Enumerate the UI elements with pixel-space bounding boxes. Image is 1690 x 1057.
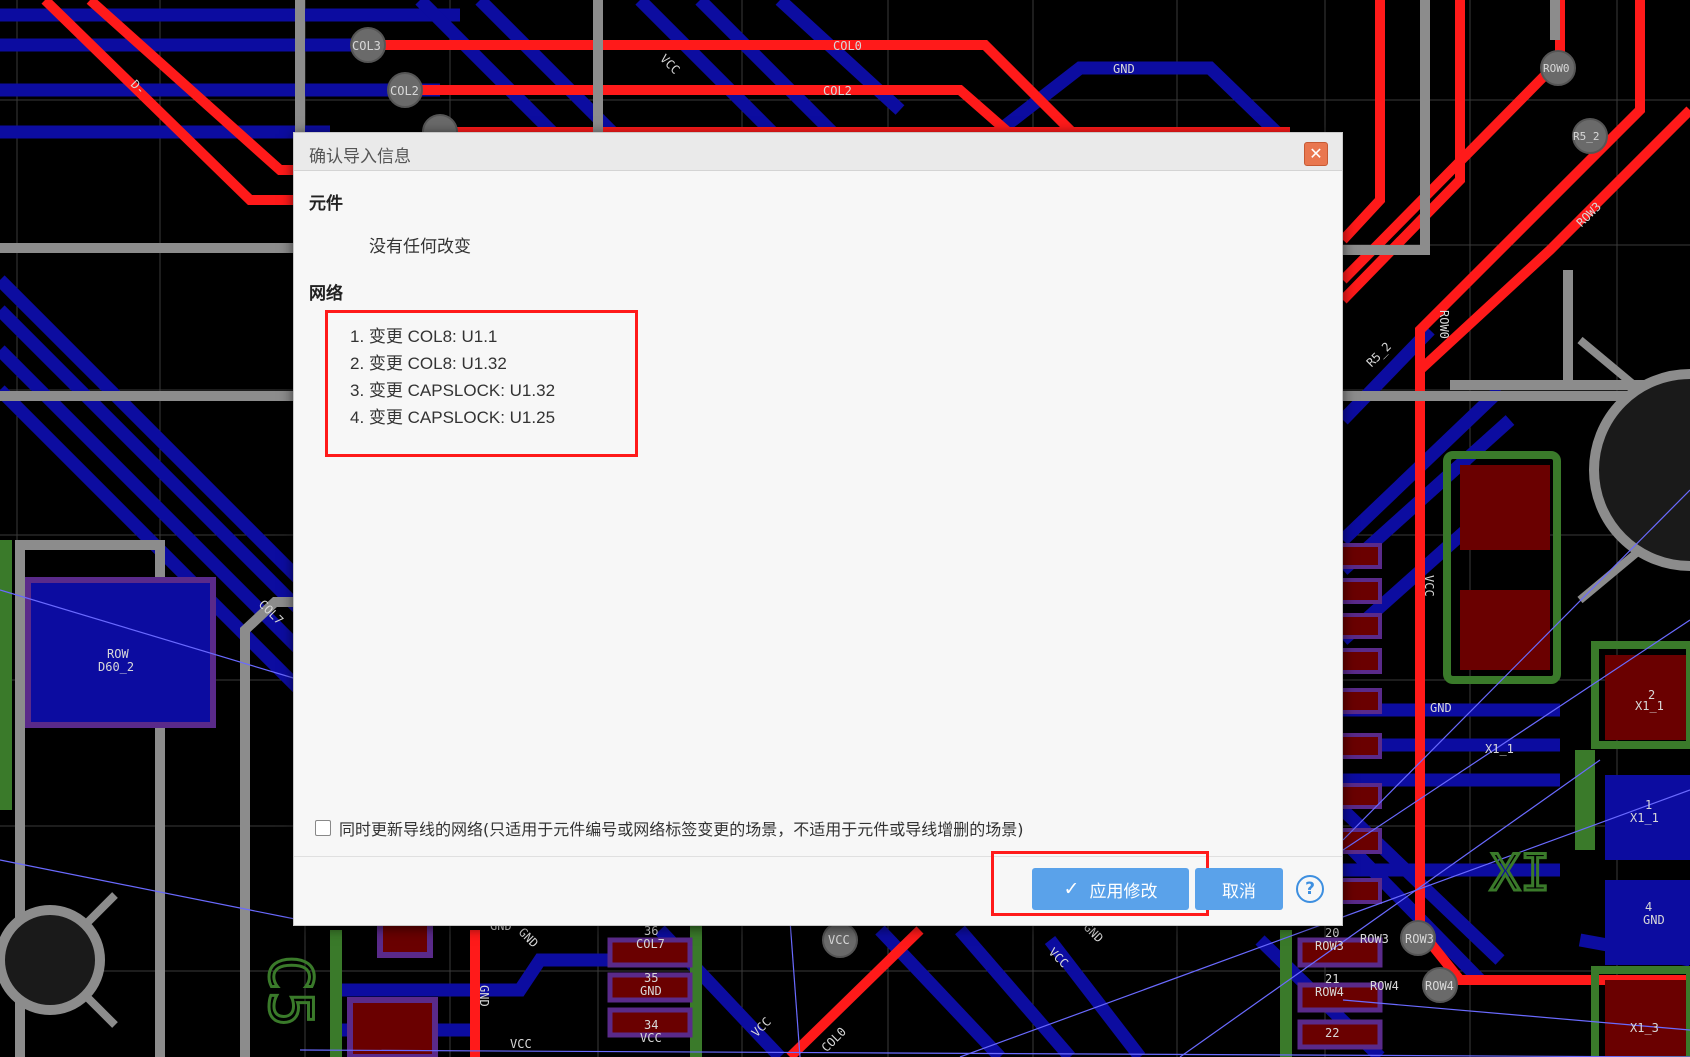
svg-text:35: 35 bbox=[644, 971, 658, 985]
svg-text:ROW4: ROW4 bbox=[1315, 985, 1344, 999]
svg-text:ROW3: ROW3 bbox=[1315, 939, 1344, 953]
close-icon: ✕ bbox=[1309, 144, 1323, 163]
dialog-title: 确认导入信息 bbox=[309, 147, 411, 167]
cancel-label: 取消 bbox=[1222, 881, 1256, 902]
svg-text:X1_3: X1_3 bbox=[1630, 1021, 1659, 1035]
svg-text:VCC: VCC bbox=[510, 1037, 532, 1051]
nets-heading: 网络 bbox=[309, 284, 343, 304]
svg-text:COL2: COL2 bbox=[390, 84, 419, 98]
svg-text:1: 1 bbox=[1645, 798, 1652, 812]
svg-text:COL2: COL2 bbox=[823, 84, 852, 98]
svg-text:ROW: ROW bbox=[107, 647, 129, 661]
svg-text:VCC: VCC bbox=[640, 1031, 662, 1045]
components-heading: 元件 bbox=[309, 194, 343, 214]
svg-text:X1_1: X1_1 bbox=[1485, 742, 1514, 756]
svg-text:VCC: VCC bbox=[828, 933, 850, 947]
update-wires-option[interactable]: 同时更新导线的网络(只适用于元件编号或网络标签变更的场景，不适用于元件或导线增删… bbox=[315, 816, 1024, 840]
svg-text:20: 20 bbox=[1325, 926, 1339, 940]
svg-text:GND: GND bbox=[1113, 62, 1135, 76]
close-button[interactable]: ✕ bbox=[1304, 142, 1328, 166]
svg-text:ROW0: ROW0 bbox=[1543, 62, 1570, 75]
svg-text:C5: C5 bbox=[255, 955, 325, 1027]
dialog-titlebar[interactable]: 确认导入信息 ✕ bbox=[294, 133, 1342, 171]
help-button[interactable]: ? bbox=[1296, 875, 1324, 903]
components-status: 没有任何改变 bbox=[369, 237, 471, 257]
update-wires-checkbox[interactable] bbox=[315, 820, 331, 836]
svg-text:34: 34 bbox=[644, 1018, 658, 1032]
svg-text:21: 21 bbox=[1325, 972, 1339, 986]
svg-text:GND: GND bbox=[1643, 913, 1665, 927]
svg-text:ROW3: ROW3 bbox=[1405, 932, 1434, 946]
svg-text:4: 4 bbox=[1645, 900, 1652, 914]
svg-text:COL0: COL0 bbox=[833, 39, 862, 53]
svg-text:ROW4: ROW4 bbox=[1370, 979, 1399, 993]
svg-text:GND: GND bbox=[640, 984, 662, 998]
svg-text:X1_1: X1_1 bbox=[1630, 811, 1659, 825]
svg-text:ROW0: ROW0 bbox=[1437, 310, 1451, 339]
svg-text:XI: XI bbox=[1490, 844, 1550, 902]
svg-text:GND: GND bbox=[1430, 701, 1452, 715]
svg-text:COL3: COL3 bbox=[352, 39, 381, 53]
apply-label: 应用修改 bbox=[1089, 881, 1158, 902]
svg-text:ROW3: ROW3 bbox=[1360, 932, 1389, 946]
svg-text:36: 36 bbox=[644, 924, 658, 938]
svg-text:ROW4: ROW4 bbox=[1425, 979, 1454, 993]
svg-text:2: 2 bbox=[1648, 688, 1655, 702]
svg-text:COL7: COL7 bbox=[636, 937, 665, 951]
apply-changes-button[interactable]: ✓ 应用修改 bbox=[1032, 868, 1189, 910]
svg-text:R5_2: R5_2 bbox=[1573, 130, 1600, 143]
highlight-box-nets bbox=[325, 310, 638, 457]
update-wires-label[interactable]: 同时更新导线的网络(只适用于元件编号或网络标签变更的场景，不适用于元件或导线增删… bbox=[339, 816, 1024, 840]
check-icon: ✓ bbox=[1063, 878, 1080, 900]
svg-text:22: 22 bbox=[1325, 1026, 1339, 1040]
svg-text:VCC: VCC bbox=[1422, 575, 1436, 597]
svg-text:GND: GND bbox=[477, 985, 491, 1007]
help-icon: ? bbox=[1305, 879, 1315, 899]
svg-text:D60_2: D60_2 bbox=[98, 660, 134, 674]
import-confirm-dialog: 确认导入信息 ✕ 元件 没有任何改变 网络 1. 变更 COL8: U1.1 2… bbox=[293, 132, 1343, 926]
cancel-button[interactable]: 取消 bbox=[1195, 868, 1283, 910]
